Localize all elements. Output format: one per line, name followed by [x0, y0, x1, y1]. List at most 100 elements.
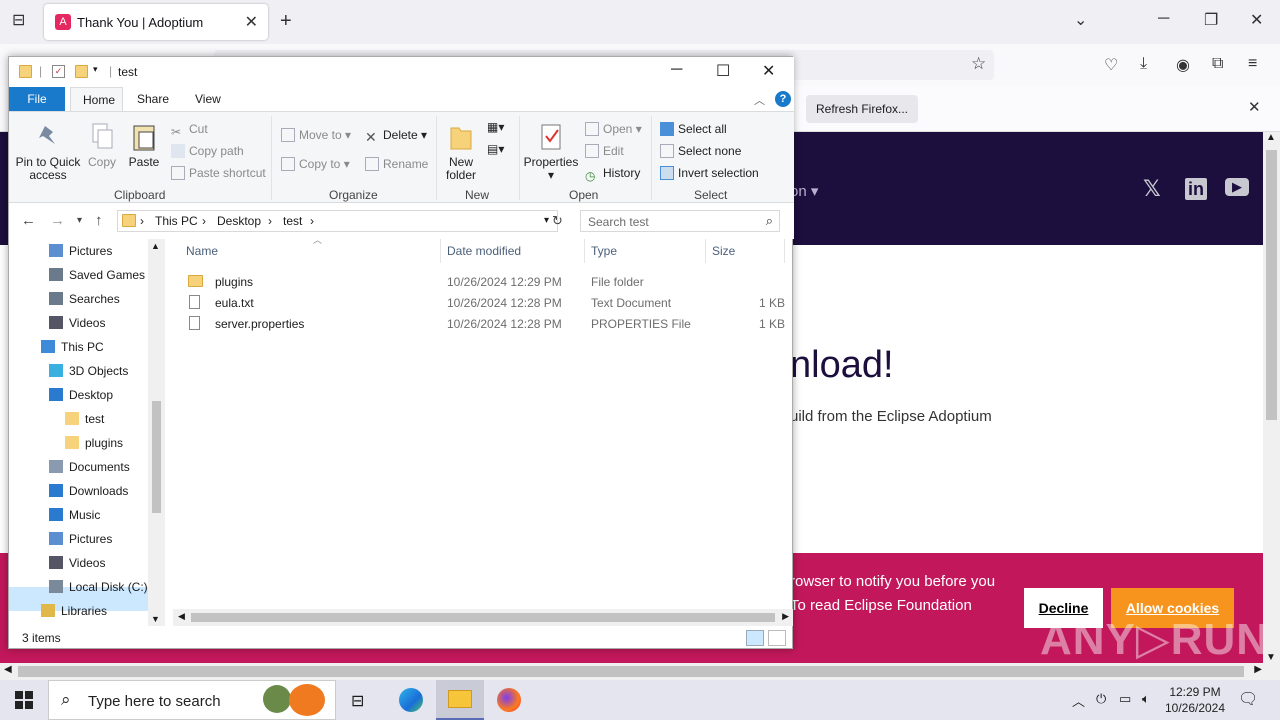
- scroll-up-icon[interactable]: ▲: [151, 241, 160, 251]
- refresh-firefox-button[interactable]: Refresh Firefox...: [806, 95, 918, 123]
- nav-item-videos[interactable]: Videos: [49, 311, 105, 335]
- nav-item-music[interactable]: Music: [49, 503, 100, 527]
- table-row[interactable]: plugins 10/26/2024 12:29 PM File folder: [173, 271, 793, 292]
- network-icon[interactable]: ▭: [1119, 691, 1131, 707]
- edit-button[interactable]: Edit: [585, 144, 624, 158]
- scroll-right-icon[interactable]: ▶: [1254, 664, 1262, 675]
- table-row[interactable]: server.properties 10/26/2024 12:28 PM PROP…: [173, 313, 793, 334]
- scroll-right-icon[interactable]: ▶: [782, 611, 789, 622]
- delete-button[interactable]: ✕ Delete ▾: [365, 128, 427, 145]
- close-tab-icon[interactable]: ✕: [245, 12, 258, 32]
- new-folder-quick-icon[interactable]: [75, 65, 88, 78]
- download-icon[interactable]: ⤓: [1140, 55, 1147, 73]
- scroll-thumb[interactable]: [18, 666, 1244, 677]
- restore-icon[interactable]: ❐: [1204, 10, 1218, 30]
- minimize-icon[interactable]: ─: [1158, 10, 1169, 28]
- scroll-thumb[interactable]: [1266, 150, 1277, 420]
- pocket-icon[interactable]: ♡: [1104, 55, 1118, 75]
- clock[interactable]: 12:29 PM 10/26/2024: [1160, 684, 1230, 716]
- close-window-icon[interactable]: ✕: [1250, 10, 1263, 30]
- windows-start-icon[interactable]: [15, 691, 33, 709]
- breadcrumb-item[interactable]: Desktop: [217, 214, 261, 228]
- column-header-type[interactable]: Type: [591, 244, 617, 258]
- chevron-right-icon[interactable]: ›: [268, 214, 272, 228]
- close-icon[interactable]: ✕: [762, 61, 775, 81]
- nav-item-3d-objects[interactable]: 3D Objects: [49, 359, 128, 383]
- nav-item-videos[interactable]: Videos: [49, 551, 105, 575]
- notifications-icon[interactable]: 🗨︎: [1238, 689, 1258, 709]
- scroll-left-icon[interactable]: ◀: [4, 664, 12, 675]
- scroll-up-icon[interactable]: ▲: [1266, 132, 1276, 143]
- properties-button[interactable]: Properties ▾: [523, 122, 579, 182]
- youtube-icon[interactable]: ▶: [1225, 178, 1249, 196]
- new-item-icon[interactable]: ▦▾: [487, 120, 504, 134]
- nav-item-searches[interactable]: Searches: [49, 287, 120, 311]
- column-separator[interactable]: [705, 239, 706, 263]
- tab-home[interactable]: Home: [70, 87, 123, 111]
- column-header-name[interactable]: Name: [186, 244, 218, 258]
- table-row[interactable]: eula.txt 10/26/2024 12:28 PM Text Document…: [173, 292, 793, 313]
- x-social-icon[interactable]: 𝕏: [1143, 176, 1161, 202]
- column-header-date[interactable]: Date modified: [447, 244, 521, 258]
- copy-button[interactable]: Copy: [85, 122, 119, 169]
- rename-button[interactable]: Rename: [365, 157, 428, 171]
- nav-item-libraries[interactable]: Libraries: [41, 599, 107, 623]
- recent-locations-icon[interactable]: ▾: [77, 215, 82, 226]
- browser-tab[interactable]: A Thank You | Adoptium ✕: [44, 4, 268, 40]
- nav-item-local-disk-c[interactable]: Local Disk (C:): [49, 575, 148, 599]
- show-hidden-icons-icon[interactable]: ︿: [1072, 691, 1085, 710]
- paste-shortcut-button[interactable]: Paste shortcut: [171, 166, 266, 180]
- tab-share[interactable]: Share: [125, 87, 181, 111]
- scroll-thumb[interactable]: [191, 613, 775, 622]
- nav-item-test[interactable]: test: [65, 407, 104, 431]
- close-notification-icon[interactable]: ✕: [1248, 98, 1261, 116]
- details-view-icon[interactable]: [746, 630, 764, 646]
- refresh-icon[interactable]: ↻: [552, 213, 563, 229]
- chevron-right-icon[interactable]: ›: [140, 214, 144, 228]
- nav-item-pictures[interactable]: Pictures: [49, 239, 112, 263]
- collapse-ribbon-icon[interactable]: ︿: [754, 92, 765, 108]
- nav-scrollbar[interactable]: ▲ ▼: [148, 239, 165, 626]
- volume-icon[interactable]: 🔈︎: [1142, 691, 1150, 707]
- edge-button[interactable]: [386, 680, 434, 720]
- scroll-down-icon[interactable]: ▼: [151, 614, 160, 624]
- page-vertical-scrollbar[interactable]: ▲ ▼: [1263, 132, 1280, 663]
- nav-item-documents[interactable]: Documents: [49, 455, 130, 479]
- breadcrumb-item[interactable]: test: [283, 214, 302, 228]
- open-button[interactable]: Open ▾: [585, 122, 642, 136]
- nav-item-downloads[interactable]: Downloads: [49, 479, 128, 503]
- pin-quick-access-button[interactable]: Pin to Quick access: [13, 122, 83, 182]
- file-explorer-taskbar-button[interactable]: [436, 680, 484, 720]
- breadcrumb-item[interactable]: This PC: [155, 214, 198, 228]
- chevron-right-icon[interactable]: ›: [310, 214, 314, 228]
- scroll-thumb[interactable]: [152, 401, 161, 513]
- large-icons-view-icon[interactable]: [768, 630, 786, 646]
- file-list-scrollbar[interactable]: ◀ ▶: [173, 609, 793, 626]
- tab-file[interactable]: File: [9, 87, 65, 111]
- task-view-button[interactable]: ⊟: [336, 680, 384, 720]
- new-tab-button[interactable]: +: [280, 10, 292, 33]
- column-separator[interactable]: [784, 239, 785, 263]
- copy-to-button[interactable]: Copy to ▾: [281, 157, 350, 171]
- chevron-right-icon[interactable]: ›: [202, 214, 206, 228]
- scroll-left-icon[interactable]: ◀: [178, 611, 185, 622]
- move-to-button[interactable]: Move to ▾: [281, 128, 351, 142]
- address-dropdown-icon[interactable]: ▾: [544, 215, 549, 226]
- device-icon[interactable]: ⏻: [1096, 691, 1106, 707]
- page-horizontal-scrollbar[interactable]: ◀ ▶: [0, 663, 1280, 680]
- minimize-icon[interactable]: ─: [671, 61, 682, 79]
- forward-arrow-icon[interactable]: →: [50, 212, 65, 229]
- address-bar[interactable]: › This PC › Desktop › test › ▾: [117, 210, 558, 232]
- site-nav-item[interactable]: on ▾: [790, 182, 818, 200]
- nav-item-desktop[interactable]: Desktop: [49, 383, 113, 407]
- menu-icon[interactable]: ≡: [1248, 55, 1257, 73]
- chevron-down-icon[interactable]: ⌄: [1074, 10, 1087, 30]
- tab-list-icon[interactable]: ⊟: [12, 10, 25, 30]
- select-none-button[interactable]: Select none: [660, 144, 741, 158]
- search-input[interactable]: Search test ⌕: [580, 210, 780, 232]
- tab-view[interactable]: View: [183, 87, 233, 111]
- up-arrow-icon[interactable]: ↑: [95, 212, 103, 229]
- nav-item-plugins[interactable]: plugins: [65, 431, 123, 455]
- properties-quick-icon[interactable]: ✓: [52, 65, 65, 78]
- customize-toolbar-icon[interactable]: ▾: [93, 64, 98, 75]
